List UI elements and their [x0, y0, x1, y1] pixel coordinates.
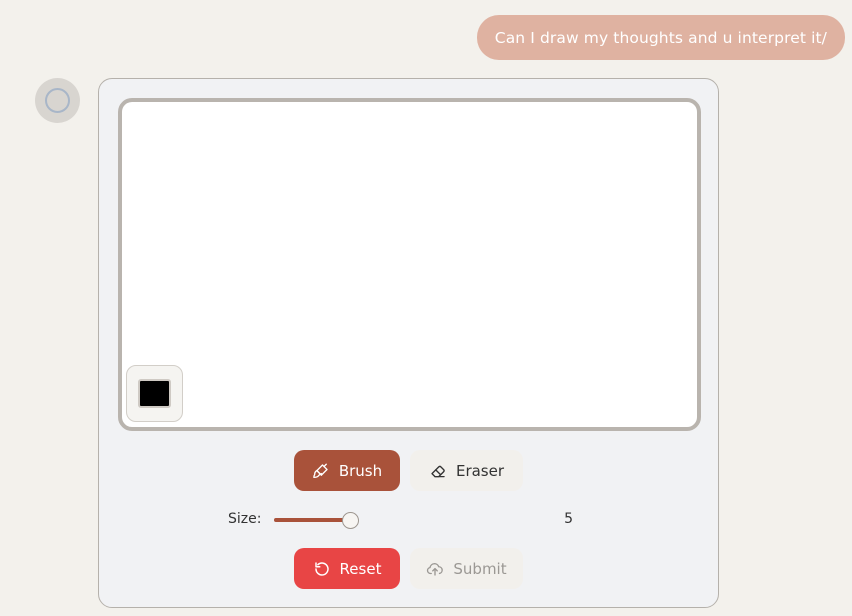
size-value: 5 [564, 511, 573, 527]
eraser-button[interactable]: Eraser [410, 450, 523, 491]
submit-label: Submit [453, 559, 507, 578]
brush-button[interactable]: Brush [294, 450, 400, 491]
user-message-bubble: Can I draw my thoughts and u interpret i… [476, 15, 845, 60]
slider-fill [274, 518, 350, 522]
action-buttons: Reset Submit [99, 548, 718, 589]
tool-selector: Brush Eraser [99, 450, 718, 491]
brush-icon [313, 463, 328, 478]
eraser-label: Eraser [455, 461, 505, 480]
size-slider[interactable] [274, 512, 359, 529]
brush-label: Brush [338, 461, 383, 480]
current-color-swatch [138, 379, 171, 408]
brush-size-control: Size: 5 [228, 509, 573, 531]
user-message-text: Can I draw my thoughts and u interpret i… [494, 28, 827, 47]
drawing-widget: Brush Eraser Size: 5 Reset Submit [98, 78, 719, 608]
chat-page: Can I draw my thoughts and u interpret i… [0, 0, 852, 616]
slider-thumb[interactable] [341, 512, 359, 529]
avatar-circle-icon [45, 88, 70, 113]
submit-button[interactable]: Submit [410, 548, 523, 589]
reset-button[interactable]: Reset [294, 548, 400, 589]
color-picker-button[interactable] [126, 365, 183, 422]
assistant-avatar [35, 78, 80, 123]
eraser-icon [431, 465, 445, 477]
size-label: Size: [228, 511, 262, 527]
drawing-canvas[interactable] [118, 98, 701, 431]
reset-label: Reset [339, 559, 382, 578]
upload-icon [427, 562, 444, 576]
reset-icon [314, 561, 329, 576]
